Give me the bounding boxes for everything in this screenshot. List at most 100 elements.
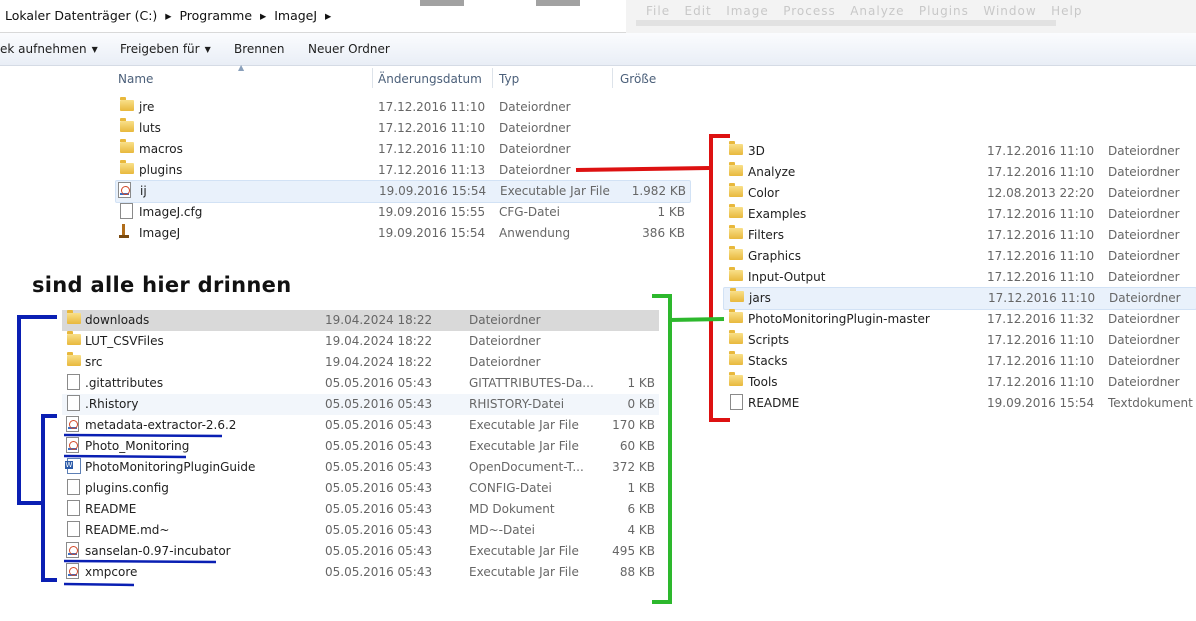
list-item[interactable]: metadata-extractor-2.6.2 05.05.2016 05:43… — [62, 415, 659, 436]
new-folder-button[interactable]: Neuer Ordner — [308, 42, 390, 56]
file-type: Dateiordner — [499, 163, 571, 177]
column-header-size[interactable]: Größe — [620, 72, 656, 86]
file-name: Examples — [748, 207, 807, 221]
file-name: ij — [140, 184, 147, 198]
file-name: plugins.config — [85, 481, 169, 495]
file-date: 19.04.2024 18:22 — [325, 313, 433, 327]
file-name: ImageJ.cfg — [139, 205, 203, 219]
folder-icon — [729, 246, 743, 260]
jar-icon — [118, 182, 131, 198]
folder-icon — [120, 97, 134, 111]
list-item[interactable]: .gitattributes 05.05.2016 05:43 GITATTRIBU… — [62, 373, 659, 394]
file-type: Textdokument — [1108, 396, 1193, 410]
list-item-selected[interactable]: ij 19.09.2016 15:54 Executable Jar File … — [115, 180, 691, 203]
list-item[interactable]: .Rhistory 05.05.2016 05:43 RHISTORY-Datei 0… — [62, 394, 659, 415]
list-item[interactable]: plugins 17.12.2016 11:13 Dateiordner — [116, 160, 690, 181]
file-date: 17.12.2016 11:10 — [987, 207, 1095, 221]
background-menu-ghost: File Edit Image Process Analyze Plugins … — [646, 4, 1083, 18]
list-item[interactable]: Color 12.08.2013 22:20 Dateiordner — [724, 183, 1196, 204]
breadcrumb[interactable]: Lokaler Datenträger (C:) ▸ Programme ▸ I… — [5, 8, 331, 23]
jar-icon — [66, 542, 79, 558]
file-name: Filters — [748, 228, 784, 242]
folder-icon — [67, 352, 81, 366]
file-type: Dateiordner — [1108, 312, 1180, 326]
column-header-name[interactable]: Name — [118, 72, 153, 86]
folder-icon — [729, 225, 743, 239]
file-size: 1 KB — [627, 376, 655, 390]
list-item[interactable]: xmpcore 05.05.2016 05:43 Executable Jar Fi… — [62, 562, 659, 583]
list-item[interactable]: macros 17.12.2016 11:10 Dateiordner — [116, 139, 690, 160]
column-divider[interactable] — [612, 68, 613, 88]
file-name: .Rhistory — [85, 397, 139, 411]
list-item[interactable]: src 19.04.2024 18:22 Dateiordner — [62, 352, 659, 373]
file-date: 17.12.2016 11:10 — [987, 249, 1095, 263]
file-date: 19.09.2016 15:54 — [379, 184, 487, 198]
file-date: 17.12.2016 11:13 — [378, 163, 486, 177]
list-item[interactable]: PhotoMonitoringPlugin-master 17.12.2016 1… — [724, 309, 1196, 330]
list-item[interactable]: Examples 17.12.2016 11:10 Dateiordner — [724, 204, 1196, 225]
list-item[interactable]: ImageJ 19.09.2016 15:54 Anwendung 386 KB — [116, 223, 690, 244]
list-item[interactable]: Scripts 17.12.2016 11:10 Dateiordner — [724, 330, 1196, 351]
list-item[interactable]: sanselan-0.97-incubator 05.05.2016 05:43 E… — [62, 541, 659, 562]
list-item[interactable]: plugins.config 05.05.2016 05:43 CONFIG-Dat… — [62, 478, 659, 499]
file-type: Dateiordner — [1108, 333, 1180, 347]
list-item[interactable]: jre 17.12.2016 11:10 Dateiordner — [116, 97, 690, 118]
include-in-library-button[interactable]: ek aufnehmen ▼ — [0, 42, 98, 56]
list-item-selected[interactable]: jars 17.12.2016 11:10 Dateiordner — [723, 287, 1196, 310]
list-item[interactable]: luts 17.12.2016 11:10 Dateiordner — [116, 118, 690, 139]
file-name: Color — [748, 186, 780, 200]
include-label: ek aufnehmen — [0, 42, 87, 56]
file-size: 0 KB — [627, 397, 655, 411]
annotation-text: sind alle hier drinnen — [32, 273, 292, 297]
burn-button[interactable]: Brennen — [234, 42, 284, 56]
list-item[interactable]: Filters 17.12.2016 11:10 Dateiordner — [724, 225, 1196, 246]
list-item[interactable]: LUT_CSVFiles 19.04.2024 18:22 Dateiordner — [62, 331, 659, 352]
file-type: RHISTORY-Datei — [469, 397, 565, 411]
file-date: 05.05.2016 05:43 — [325, 376, 433, 390]
address-bar[interactable]: Lokaler Datenträger (C:) ▸ Programme ▸ I… — [0, 0, 626, 33]
file-type: Anwendung — [499, 226, 571, 240]
list-item[interactable]: Graphics 17.12.2016 11:10 Dateiordner — [724, 246, 1196, 267]
file-size: 372 KB — [612, 460, 655, 474]
file-type: Dateiordner — [1108, 144, 1180, 158]
file-date: 19.04.2024 18:22 — [325, 334, 433, 348]
list-item[interactable]: README 19.09.2016 15:54 Textdokument — [724, 393, 1196, 414]
folder-icon — [729, 309, 743, 323]
file-type: Dateiordner — [1108, 207, 1180, 221]
file-date: 17.12.2016 11:10 — [378, 121, 486, 135]
blue-bracket-inner — [41, 414, 57, 582]
list-item[interactable]: Analyze 17.12.2016 11:10 Dateiordner — [724, 162, 1196, 183]
column-divider[interactable] — [492, 68, 493, 88]
file-name: plugins — [139, 163, 183, 177]
file-type: Dateiordner — [1109, 291, 1181, 305]
list-item[interactable]: README 05.05.2016 05:43 MD Dokument 6 KB — [62, 499, 659, 520]
list-item[interactable]: 3D 17.12.2016 11:10 Dateiordner — [724, 141, 1196, 162]
list-item[interactable]: ImageJ.cfg 19.09.2016 15:55 CFG-Datei 1 … — [116, 202, 690, 223]
file-date: 05.05.2016 05:43 — [325, 439, 433, 453]
list-item[interactable]: W PhotoMonitoringPluginGuide 05.05.2016 05… — [62, 457, 659, 478]
file-date: 05.05.2016 05:43 — [325, 502, 433, 516]
list-item[interactable]: README.md~ 05.05.2016 05:43 MD~-Datei 4 KB — [62, 520, 659, 541]
file-type: Dateiordner — [1108, 354, 1180, 368]
list-item[interactable]: Tools 17.12.2016 11:10 Dateiordner — [724, 372, 1196, 393]
list-item[interactable]: Input-Output 17.12.2016 11:10 Dateiordner — [724, 267, 1196, 288]
list-item-highlighted[interactable]: downloads 19.04.2024 18:22 Dateiordner — [62, 310, 659, 331]
list-item[interactable]: Photo_Monitoring 05.05.2016 05:43 Executab… — [62, 436, 659, 457]
file-date: 17.12.2016 11:10 — [987, 375, 1095, 389]
document-icon — [67, 500, 80, 516]
green-connector-line — [669, 317, 725, 322]
file-type: Dateiordner — [469, 355, 541, 369]
file-name: LUT_CSVFiles — [85, 334, 164, 348]
folder-icon — [120, 160, 134, 174]
column-header-date[interactable]: Änderungsdatum — [378, 72, 482, 86]
column-header-type[interactable]: Typ — [499, 72, 519, 86]
file-name: macros — [139, 142, 183, 156]
file-name: Input-Output — [748, 270, 826, 284]
file-date: 05.05.2016 05:43 — [325, 460, 433, 474]
list-item[interactable]: Stacks 17.12.2016 11:10 Dateiordner — [724, 351, 1196, 372]
column-divider[interactable] — [372, 68, 373, 88]
file-name: README — [85, 502, 137, 516]
share-with-button[interactable]: Freigeben für ▼ — [120, 42, 211, 56]
file-name: PhotoMonitoringPluginGuide — [85, 460, 256, 474]
file-name: README — [748, 396, 800, 410]
